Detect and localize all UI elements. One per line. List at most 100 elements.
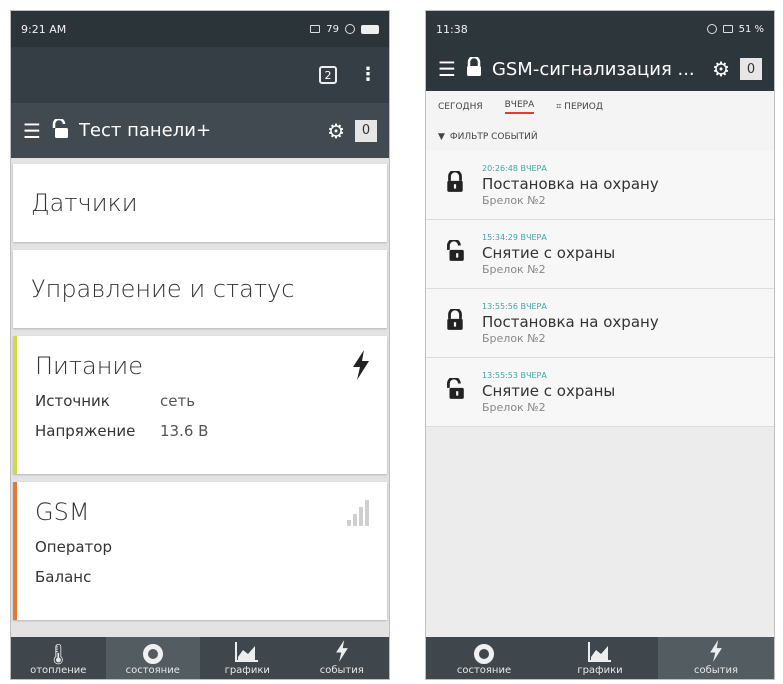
hamburger-menu-icon[interactable]: ☰	[438, 59, 456, 79]
row-key: Напряжение	[35, 422, 136, 440]
nav-status[interactable]: состояние	[105, 637, 200, 679]
event-time: 13:55:53 ВЧЕРА	[482, 370, 547, 380]
balance-row: Баланс	[35, 568, 369, 586]
battery-icon	[361, 24, 379, 34]
event-title: Постановка на охрану	[482, 174, 659, 193]
tabs-count-button[interactable]: 2	[319, 66, 337, 84]
nav-label: состояние	[125, 665, 180, 676]
event-title: Снятие с охраны	[482, 381, 616, 400]
tab-today[interactable]: СЕГОДНЯ	[438, 102, 483, 112]
event-title: Снятие с охраны	[482, 243, 616, 262]
row-value: сеть	[160, 392, 196, 410]
events-list: 20:26:48 ВЧЕРА Постановка на охрану Брел…	[426, 151, 774, 427]
app-title: Тест панели+	[78, 120, 212, 141]
app-toolbar: ☰ GSM-сигнализация ... ⚙ 0	[426, 47, 774, 91]
wifi-icon	[722, 25, 733, 33]
status-bar: 9:21 AM 79	[11, 11, 389, 47]
period-tabs: СЕГОДНЯ ВЧЕРА ⌗ ПЕРИОД	[426, 91, 774, 123]
list-item[interactable]: 13:55:53 ВЧЕРА Снятие с охраны Брелок №2	[426, 358, 774, 427]
nav-charts[interactable]: графики	[542, 637, 658, 679]
gear-icon[interactable]: ⚙	[712, 57, 730, 81]
ring-icon	[474, 644, 494, 664]
locked-icon	[466, 55, 482, 81]
bottom-navigation: 🌡 отопление состояние графики события	[11, 637, 389, 679]
filter-label: ФИЛЬТР СОБЫТИЙ	[449, 132, 538, 142]
tab-period-label: ПЕРИОД	[564, 102, 603, 112]
row-key: Баланс	[35, 568, 92, 586]
notification-icon	[310, 25, 321, 33]
event-source: Брелок №2	[482, 262, 546, 276]
battery-level: 51 %	[738, 23, 764, 35]
nav-label: графики	[577, 665, 623, 676]
gsm-card[interactable]: GSM Оператор Баланс	[13, 482, 387, 620]
nav-status[interactable]: состояние	[426, 637, 542, 679]
nav-label: события	[319, 665, 364, 676]
status-icons: 51 %	[706, 23, 764, 35]
nav-label: состояние	[456, 665, 512, 676]
nav-events[interactable]: события	[295, 637, 390, 679]
list-item[interactable]: 13:55:56 ВЧЕРА Постановка на охрану Брел…	[426, 289, 774, 358]
sensors-card[interactable]: Датчики	[13, 164, 387, 242]
left-screen: 9:21 AM 79 2 ⋮ ☰ Тест панели+ ⚙ 0 Датчик…	[10, 10, 390, 680]
count-badge[interactable]: 0	[355, 119, 377, 142]
locked-icon	[444, 307, 466, 337]
nav-label: события	[693, 665, 739, 676]
power-card[interactable]: Питание Источник сеть Напряжение 13.6 В	[13, 336, 387, 474]
app-toolbar: ☰ Тест панели+ ⚙ 0	[11, 103, 389, 158]
unlocked-icon	[444, 238, 466, 268]
right-screen: 11:38 51 % ☰ GSM-сигнализация ... ⚙ 0 СЕ…	[425, 10, 775, 680]
card-title: Питание	[35, 352, 143, 380]
event-title: Постановка на охрану	[482, 312, 659, 331]
status-icons: 79	[310, 24, 379, 35]
row-value: 13.6 В	[160, 422, 209, 440]
nav-label: отопление	[30, 665, 87, 676]
bottom-navigation: состояние графики события	[426, 637, 774, 679]
event-time: 13:55:56 ВЧЕРА	[482, 301, 547, 311]
cards-list: Датчики Управление и статус Питание Исто…	[11, 158, 389, 620]
filter-icon: ▼	[438, 132, 445, 142]
event-time: 15:34:29 ВЧЕРА	[482, 232, 547, 242]
hash-icon: ⌗	[556, 102, 565, 112]
row-key: Оператор	[35, 538, 112, 556]
overflow-menu-icon[interactable]: ⋮	[359, 66, 377, 84]
unlocked-icon	[444, 376, 466, 406]
status-time: 9:21 AM	[21, 22, 67, 36]
lightning-icon	[335, 640, 349, 665]
unlocked-icon	[51, 117, 69, 143]
alarm-icon	[706, 24, 717, 34]
alarm-icon	[345, 24, 355, 34]
signal-strength-icon	[347, 496, 369, 526]
count-badge[interactable]: 0	[740, 58, 762, 80]
event-time: 20:26:48 ВЧЕРА	[482, 163, 547, 173]
nav-events[interactable]: события	[658, 637, 774, 679]
nav-charts[interactable]: графики	[200, 637, 295, 679]
power-source-row: Источник сеть	[35, 392, 369, 410]
browser-bar: 2 ⋮	[11, 47, 389, 103]
list-item[interactable]: 20:26:48 ВЧЕРА Постановка на охрану Брел…	[426, 151, 774, 220]
status-bar: 11:38 51 %	[426, 11, 774, 47]
events-filter[interactable]: ▼ ФИЛЬТР СОБЫТИЙ	[426, 123, 774, 151]
card-title: Управление и статус	[31, 275, 295, 303]
nav-heating[interactable]: 🌡 отопление	[11, 637, 106, 679]
ring-icon	[142, 644, 163, 664]
control-status-card[interactable]: Управление и статус	[13, 250, 387, 328]
thermometer-icon: 🌡	[45, 642, 71, 666]
chart-icon	[235, 642, 259, 665]
card-title: GSM	[35, 498, 90, 526]
tab-yesterday[interactable]: ВЧЕРА	[504, 100, 535, 114]
hamburger-menu-icon[interactable]: ☰	[23, 121, 41, 141]
chart-icon	[588, 642, 612, 665]
status-time: 11:38	[436, 22, 468, 36]
power-voltage-row: Напряжение 13.6 В	[35, 422, 369, 440]
event-source: Брелок №2	[482, 400, 546, 414]
tab-period[interactable]: ⌗ ПЕРИОД	[556, 102, 603, 112]
list-item[interactable]: 15:34:29 ВЧЕРА Снятие с охраны Брелок №2	[426, 220, 774, 289]
nav-label: графики	[224, 665, 270, 676]
event-source: Брелок №2	[482, 331, 546, 345]
row-key: Источник	[35, 392, 110, 410]
gear-icon[interactable]: ⚙	[327, 119, 345, 143]
lightning-icon	[709, 640, 723, 665]
operator-row: Оператор	[35, 538, 369, 556]
status-extra: 79	[326, 23, 339, 35]
locked-icon	[444, 169, 466, 199]
